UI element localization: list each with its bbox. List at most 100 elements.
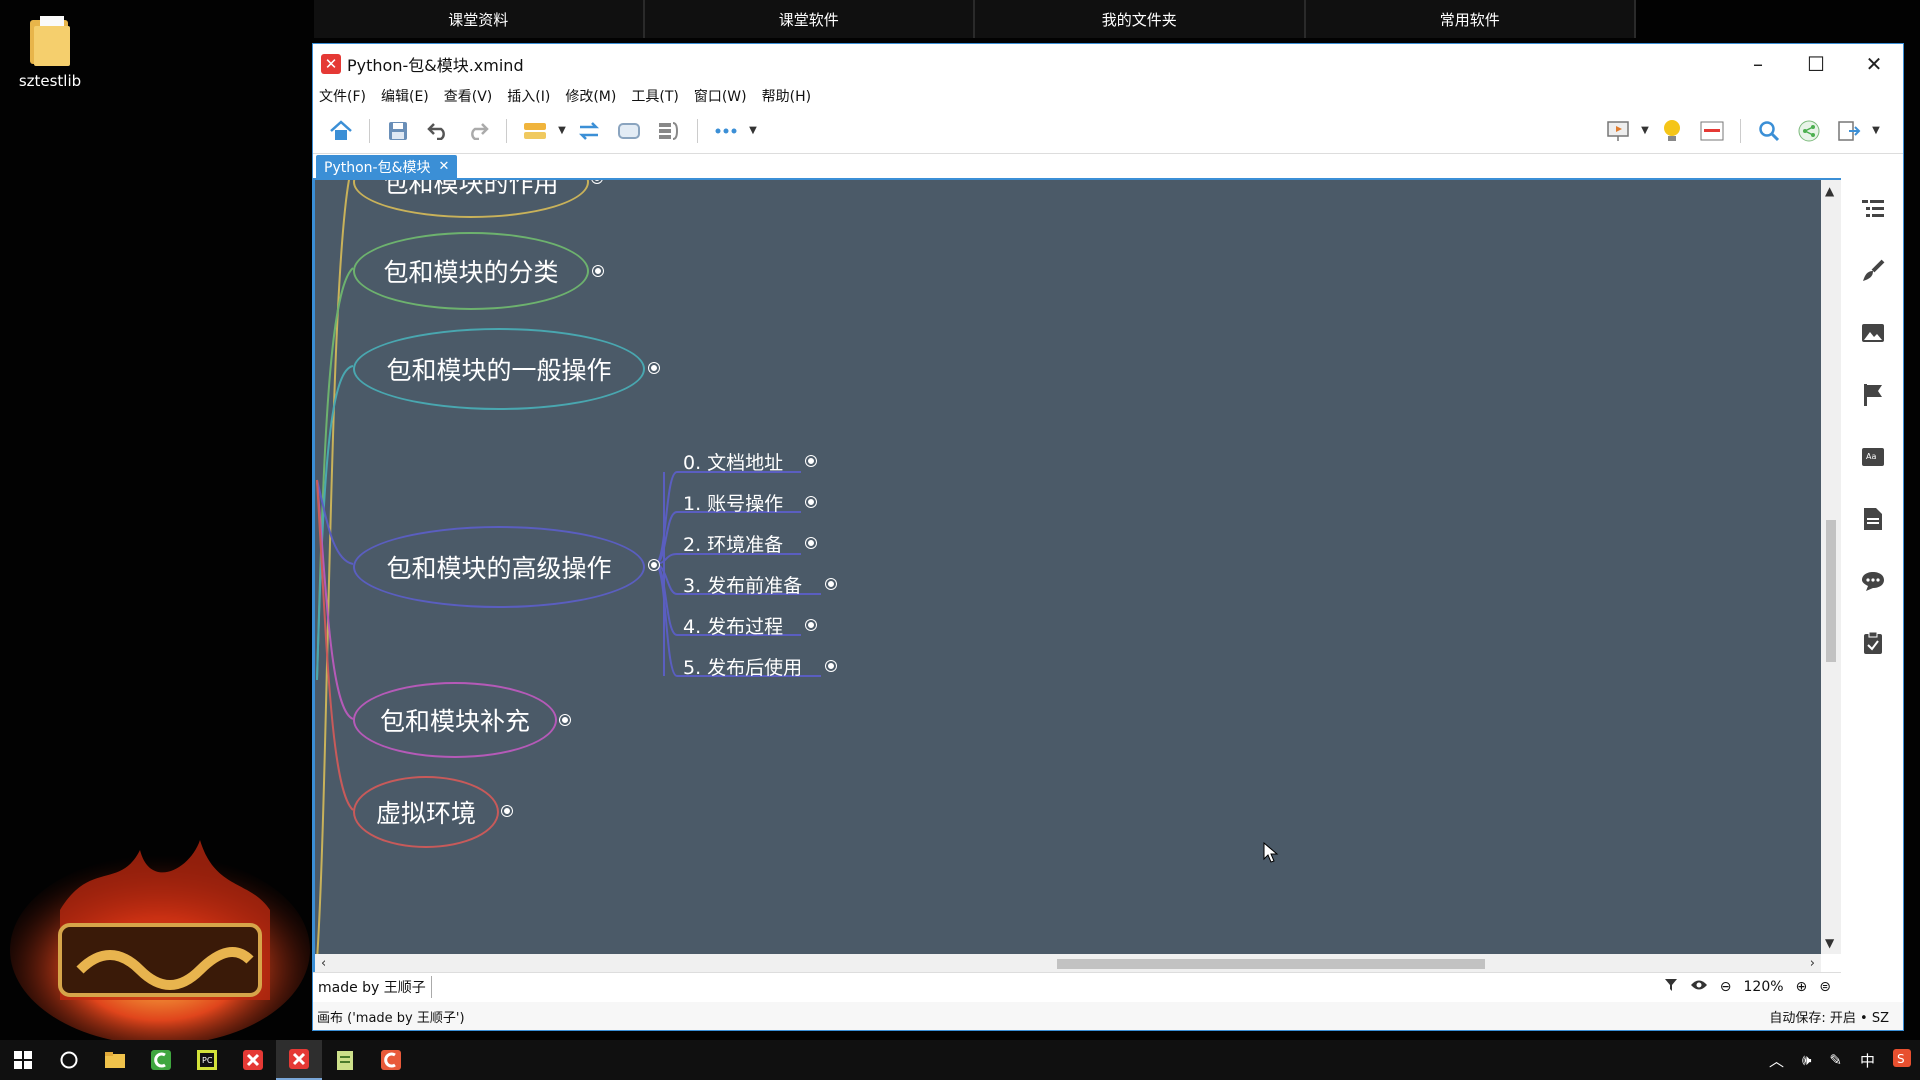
shortcut-my-folder[interactable]: 我的文件夹 bbox=[975, 0, 1306, 38]
collapse-toggle-icon[interactable] bbox=[826, 579, 836, 589]
maximize-button[interactable]: ☐ bbox=[1787, 44, 1845, 84]
brainstorm-lightbulb-icon[interactable] bbox=[1652, 114, 1692, 148]
menu-window[interactable]: 窗口(W) bbox=[694, 86, 747, 106]
pycharm-icon[interactable]: PC bbox=[184, 1040, 230, 1080]
boundary-icon[interactable] bbox=[609, 114, 649, 148]
search-icon[interactable] bbox=[1749, 114, 1789, 148]
gantt-icon[interactable] bbox=[1692, 114, 1732, 148]
topic-general-ops[interactable]: 包和模块的一般操作 bbox=[353, 328, 645, 410]
mindmap-canvas[interactable]: 包和模块的作用 包和模块的分类 包和模块的一般操作 包和模块的高级操作 0. 文… bbox=[315, 180, 1821, 954]
export-dropdown-icon[interactable]: ▼ bbox=[1869, 114, 1883, 148]
marker-flag-icon[interactable] bbox=[1843, 364, 1903, 426]
tray-overflow-chevron-icon[interactable]: ︿ bbox=[1769, 1050, 1784, 1071]
filter-icon[interactable] bbox=[1664, 978, 1678, 996]
presentation-dropdown-icon[interactable]: ▼ bbox=[1638, 114, 1652, 148]
summary-icon[interactable] bbox=[649, 114, 689, 148]
horizontal-scroll-thumb[interactable] bbox=[1057, 959, 1485, 969]
collapse-toggle-icon[interactable] bbox=[593, 266, 603, 276]
collapse-toggle-icon[interactable] bbox=[649, 363, 659, 373]
windows-start-icon[interactable] bbox=[0, 1040, 46, 1080]
menu-tools[interactable]: 工具(T) bbox=[631, 86, 678, 106]
scroll-left-icon[interactable]: ‹ bbox=[321, 956, 326, 971]
shortcut-class-software[interactable]: 课堂软件 bbox=[644, 0, 975, 38]
outline-icon[interactable] bbox=[1843, 178, 1903, 240]
more-dropdown-icon[interactable]: ▼ bbox=[746, 114, 760, 148]
topic-classification[interactable]: 包和模块的分类 bbox=[353, 232, 589, 310]
subtopic-pre-publish[interactable]: 3. 发布前准备 bbox=[683, 569, 802, 599]
svg-text:Aa: Aa bbox=[1866, 452, 1876, 461]
subtopic-env-prep[interactable]: 2. 环境准备 bbox=[683, 528, 783, 558]
insert-topic-dropdown-icon[interactable]: ▼ bbox=[555, 114, 569, 148]
menu-edit[interactable]: 编辑(E) bbox=[381, 86, 429, 106]
vertical-scrollbar[interactable]: ▲ ▼ bbox=[1821, 180, 1841, 954]
sheet-tab[interactable]: made by 王顺子 bbox=[313, 975, 432, 998]
subtopic-post-publish-usage[interactable]: 5. 发布后使用 bbox=[683, 651, 802, 681]
sogou-ime-icon[interactable]: S bbox=[1893, 1049, 1911, 1071]
image-icon[interactable] bbox=[1843, 302, 1903, 364]
relationship-icon[interactable] bbox=[569, 114, 609, 148]
collapse-toggle-icon[interactable] bbox=[502, 806, 512, 816]
notepad-icon[interactable] bbox=[322, 1040, 368, 1080]
recorder-icon[interactable] bbox=[368, 1040, 414, 1080]
subtopic-publish-process[interactable]: 4. 发布过程 bbox=[683, 610, 783, 640]
autosave-status: 自动保存: 开启 • SZ bbox=[1769, 1010, 1889, 1026]
collapse-toggle-icon[interactable] bbox=[806, 620, 816, 630]
menu-modify[interactable]: 修改(M) bbox=[565, 86, 616, 106]
minimize-button[interactable]: – bbox=[1729, 44, 1787, 84]
camtasia-icon[interactable] bbox=[138, 1040, 184, 1080]
visibility-eye-icon[interactable] bbox=[1690, 979, 1708, 995]
notes-icon[interactable] bbox=[1843, 488, 1903, 550]
menu-file[interactable]: 文件(F) bbox=[319, 86, 366, 106]
file-explorer-icon[interactable] bbox=[92, 1040, 138, 1080]
home-icon[interactable] bbox=[321, 114, 361, 148]
close-button[interactable]: ✕ bbox=[1845, 44, 1903, 84]
sheet-bar: made by 王顺子 ⊖ 120% ⊕ ⊜ bbox=[313, 972, 1841, 1000]
xmind-taskbar-icon[interactable] bbox=[230, 1040, 276, 1080]
export-icon[interactable] bbox=[1829, 114, 1869, 148]
scroll-up-icon[interactable]: ▲ bbox=[1825, 184, 1834, 198]
presentation-icon[interactable] bbox=[1598, 114, 1638, 148]
topic-advanced-ops[interactable]: 包和模块的高级操作 bbox=[353, 526, 645, 608]
xmind-active-taskbar-icon[interactable] bbox=[276, 1040, 322, 1080]
svg-text:S: S bbox=[1897, 1052, 1905, 1066]
vertical-scroll-thumb[interactable] bbox=[1826, 520, 1836, 662]
comments-icon[interactable] bbox=[1843, 550, 1903, 612]
horizontal-scrollbar[interactable]: ‹ › bbox=[315, 954, 1821, 974]
share-icon[interactable] bbox=[1789, 114, 1829, 148]
collapse-toggle-icon[interactable] bbox=[806, 497, 816, 507]
task-clipboard-icon[interactable] bbox=[1843, 612, 1903, 674]
zoom-fit-icon[interactable]: ⊜ bbox=[1819, 979, 1831, 995]
more-icon[interactable] bbox=[706, 114, 746, 148]
search-cortana-icon[interactable] bbox=[46, 1040, 92, 1080]
topic-virtual-env[interactable]: 虚拟环境 bbox=[353, 776, 499, 848]
collapse-toggle-icon[interactable] bbox=[806, 538, 816, 548]
format-brush-icon[interactable] bbox=[1843, 240, 1903, 302]
subtopic-account-ops[interactable]: 1. 账号操作 bbox=[683, 487, 783, 517]
menu-insert[interactable]: 插入(I) bbox=[507, 86, 550, 106]
ime-indicator[interactable]: 中 bbox=[1860, 1050, 1875, 1071]
scroll-right-icon[interactable]: › bbox=[1810, 956, 1815, 971]
zoom-in-icon[interactable]: ⊕ bbox=[1796, 979, 1808, 995]
sticker-text-icon[interactable]: Aa bbox=[1843, 426, 1903, 488]
collapse-toggle-icon[interactable] bbox=[649, 560, 659, 570]
document-tab[interactable]: Python-包&模块 ✕ bbox=[316, 155, 458, 178]
save-icon[interactable] bbox=[378, 114, 418, 148]
menu-view[interactable]: 查看(V) bbox=[444, 86, 493, 106]
close-tab-icon[interactable]: ✕ bbox=[439, 159, 450, 174]
insert-topic-icon[interactable] bbox=[515, 114, 555, 148]
zoom-out-icon[interactable]: ⊖ bbox=[1720, 979, 1732, 995]
scroll-down-icon[interactable]: ▼ bbox=[1825, 936, 1834, 950]
collapse-toggle-icon[interactable] bbox=[560, 715, 570, 725]
menu-help[interactable]: 帮助(H) bbox=[762, 86, 811, 106]
desktop-folder-sztestlib[interactable]: sztestlib bbox=[12, 14, 88, 90]
shortcut-class-materials[interactable]: 课堂资料 bbox=[314, 0, 645, 38]
shortcut-common-software[interactable]: 常用软件 bbox=[1305, 0, 1636, 38]
collapse-toggle-icon[interactable] bbox=[806, 456, 816, 466]
undo-icon[interactable] bbox=[418, 114, 458, 148]
pen-icon[interactable]: ✎ bbox=[1829, 1051, 1842, 1069]
volume-icon[interactable]: 🕪 bbox=[1802, 1051, 1811, 1069]
collapse-toggle-icon[interactable] bbox=[826, 661, 836, 671]
redo-icon[interactable] bbox=[458, 114, 498, 148]
subtopic-doc-address[interactable]: 0. 文档地址 bbox=[683, 446, 783, 476]
topic-supplement[interactable]: 包和模块补充 bbox=[353, 682, 557, 758]
